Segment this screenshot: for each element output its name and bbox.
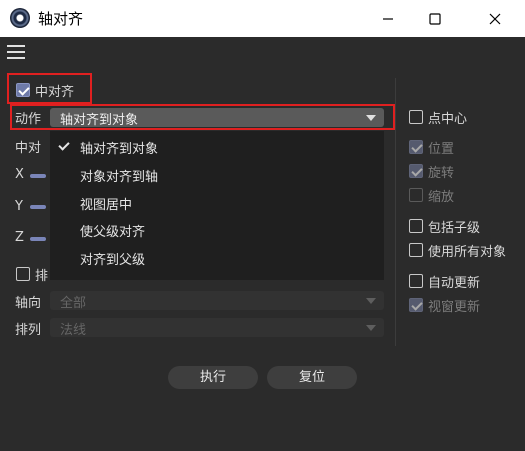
close-icon [489, 13, 501, 24]
rotation-label: 旋转 [428, 166, 455, 181]
column-divider [395, 78, 396, 346]
dropdown-item[interactable]: 对象对齐到轴 [80, 166, 158, 185]
point-center-label: 点中心 [428, 112, 468, 127]
checkmark-icon [58, 139, 70, 151]
axis-y-slider[interactable] [30, 205, 46, 209]
chevron-down-icon [366, 115, 376, 121]
auto-update-label: 自动更新 [428, 276, 481, 291]
action-select-value: 轴对齐到对象 [60, 113, 139, 128]
chevron-down-icon [366, 298, 376, 304]
include-children-checkbox[interactable] [409, 219, 423, 233]
action-dropdown-list: 轴对齐到对象 对象对齐到轴 视图居中 使父级对齐 对齐到父级 [50, 131, 384, 280]
action-label: 动作 [15, 112, 42, 127]
arrange-checkbox-label: 排 [35, 269, 49, 284]
axis-z-label: Z [15, 230, 24, 245]
position-label: 位置 [428, 142, 455, 157]
reset-button[interactable]: 复位 [267, 366, 357, 389]
maximize-button[interactable] [412, 0, 458, 37]
point-center-checkbox[interactable] [409, 110, 423, 124]
position-checkbox[interactable] [409, 140, 423, 154]
arrange-checkbox[interactable] [16, 267, 30, 281]
window-title: 轴对齐 [38, 10, 84, 28]
dropdown-item[interactable]: 视图居中 [80, 194, 132, 213]
scale-checkbox[interactable] [409, 188, 423, 202]
action-select[interactable]: 轴对齐到对象 [50, 108, 384, 128]
close-button[interactable] [472, 0, 518, 37]
axis-x-label: X [15, 167, 24, 182]
dropdown-item[interactable]: 对齐到父级 [80, 249, 145, 268]
hamburger-menu-icon[interactable] [7, 45, 25, 59]
auto-update-checkbox[interactable] [409, 274, 423, 288]
dropdown-item[interactable]: 轴对齐到对象 [80, 138, 158, 157]
chevron-down-icon [366, 325, 376, 331]
arrange-value: 法线 [60, 323, 87, 338]
arrange-label: 排列 [15, 323, 42, 338]
app-logo-icon [10, 8, 30, 28]
axis-direction-label: 轴向 [15, 296, 42, 311]
scale-label: 缩放 [428, 190, 455, 205]
axis-direction-value: 全部 [60, 296, 87, 311]
center-align-checkbox[interactable] [16, 83, 30, 97]
execute-button[interactable]: 执行 [168, 366, 258, 389]
maximize-icon [429, 12, 441, 25]
center-align-label: 中对齐 [35, 85, 75, 100]
minimize-icon [383, 17, 393, 20]
use-all-objects-label: 使用所有对象 [428, 245, 507, 260]
axis-z-slider[interactable] [30, 237, 46, 241]
rotation-checkbox[interactable] [409, 164, 423, 178]
use-all-objects-checkbox[interactable] [409, 243, 423, 257]
axis-x-slider[interactable] [30, 174, 46, 178]
axis-direction-select[interactable]: 全部 [50, 291, 384, 311]
include-children-label: 包括子级 [428, 221, 481, 236]
viewport-update-label: 视窗更新 [428, 300, 481, 315]
dropdown-item[interactable]: 使父级对齐 [80, 221, 145, 240]
center-row-label: 中对 [15, 141, 42, 156]
axis-y-label: Y [15, 199, 23, 214]
title-bar: 轴对齐 [0, 0, 525, 37]
viewport-update-checkbox[interactable] [409, 298, 423, 312]
minimize-button[interactable] [365, 0, 411, 37]
arrange-select[interactable]: 法线 [50, 318, 384, 338]
